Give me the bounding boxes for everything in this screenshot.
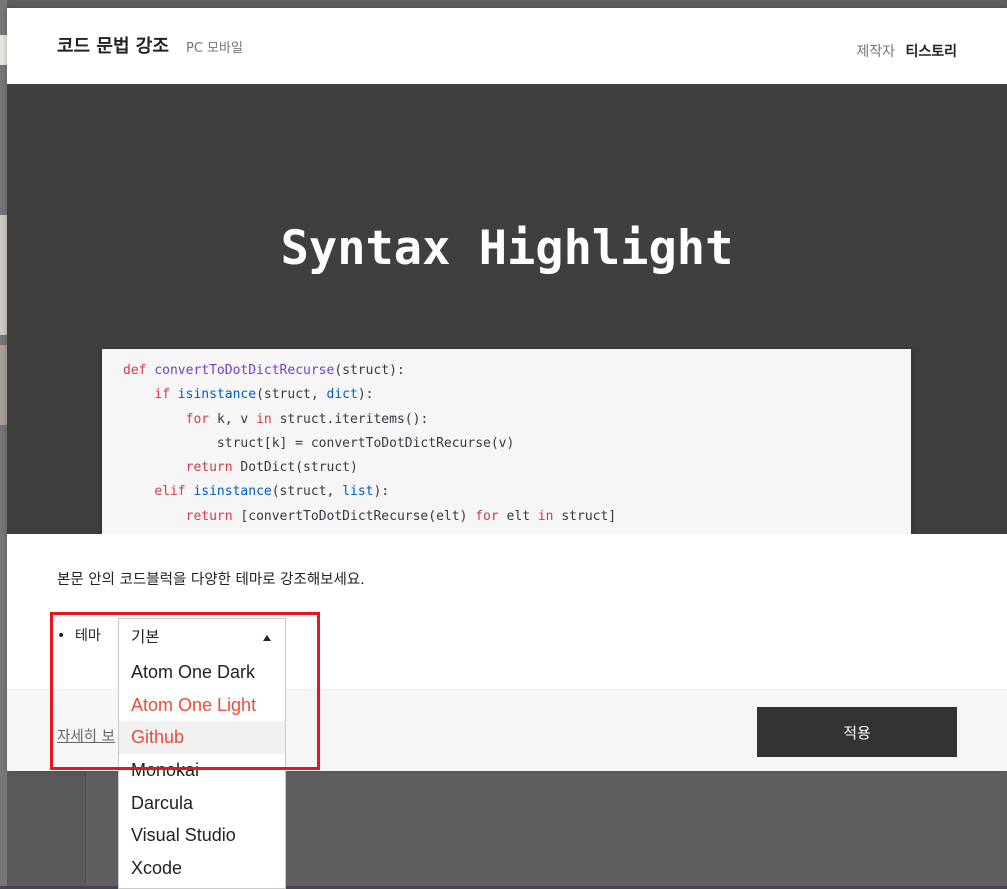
code-token: return	[185, 460, 241, 476]
description-text: 본문 안의 코드블럭을 다양한 테마로 강조해보세요.	[57, 572, 365, 588]
theme-option-darcula[interactable]: Darcula	[119, 787, 285, 820]
bullet: •	[57, 628, 66, 644]
code-token: (struct,	[256, 387, 327, 403]
code-token: list	[342, 484, 374, 500]
theme-select-current[interactable]: 기본	[119, 619, 285, 656]
theme-select-dropdown[interactable]: 기본 Atom One Dark Atom One Light Github M…	[118, 618, 286, 889]
apply-button[interactable]: 적용	[757, 707, 957, 757]
theme-option-row: • 테마	[57, 625, 101, 645]
code-token: if	[154, 387, 178, 403]
code-token: in	[256, 411, 280, 427]
code-token: struct.iteritems():	[279, 411, 429, 427]
theme-option-xcode[interactable]: Xcode	[119, 852, 285, 885]
code-token: ):	[357, 387, 374, 403]
background-column	[7, 770, 86, 889]
code-token: (struct):	[334, 363, 405, 378]
theme-options-list: Atom One Dark Atom One Light Github Mono…	[119, 656, 285, 885]
more-details-link[interactable]: 자세히 보	[57, 725, 115, 746]
theme-select-value: 기본	[131, 628, 160, 646]
code-token: isinstance	[177, 387, 257, 403]
code-token: DotDict(struct)	[240, 460, 358, 476]
modal-title: 코드 문법 강조	[57, 36, 169, 57]
code-line: if isinstance(struct, dict):	[102, 383, 911, 407]
code-line: return DotDict(struct)	[102, 456, 911, 480]
code-token: struct[k] = convertToDotDictRecurse(v)	[123, 435, 515, 451]
code-token: dict	[326, 387, 358, 403]
theme-option-github[interactable]: Github	[119, 721, 285, 755]
code-token: k, v	[216, 411, 257, 427]
code-token: elt	[506, 508, 538, 524]
code-token: convertToDotDictRecurse	[154, 363, 335, 378]
code-token: for	[475, 508, 507, 524]
code-line: for k, v in struct.iteritems():	[102, 408, 911, 432]
maker-info: 제작자 티스토리	[856, 41, 957, 61]
modal-header: 코드 문법 강조 PC 모바일 제작자 티스토리	[7, 8, 1007, 84]
modal-subtitle: PC 모바일	[186, 41, 243, 56]
theme-option-atom-one-light[interactable]: Atom One Light	[119, 689, 285, 722]
maker-label: 제작자	[856, 44, 896, 60]
code-block-sample: def convertToDotDictRecurse(struct): if …	[102, 349, 911, 534]
code-line: elif isinstance(struct, list):	[102, 480, 911, 504]
code-line: def convertToDotDictRecurse(struct):	[102, 359, 911, 383]
code-token: for	[185, 411, 217, 427]
theme-option-atom-one-dark[interactable]: Atom One Dark	[119, 656, 285, 689]
background-left-strip	[0, 0, 7, 889]
code-token: def	[123, 363, 155, 378]
code-token: elif	[154, 484, 194, 500]
preview-area: Syntax Highlight def convertToDotDictRec…	[7, 84, 1007, 534]
code-token: isinstance	[193, 484, 272, 500]
theme-option-visual-studio[interactable]: Visual Studio	[119, 819, 285, 852]
theme-label: 테마	[75, 628, 101, 644]
preview-title: Syntax Highlight	[280, 221, 734, 276]
maker-name: 티스토리	[905, 44, 957, 60]
code-token: struct]	[561, 508, 617, 524]
theme-option-monokai[interactable]: Monokai	[119, 754, 285, 787]
code-token: return	[185, 508, 241, 524]
code-token: (struct,	[271, 484, 343, 500]
code-line: return [convertToDotDictRecurse(elt) for…	[102, 505, 911, 529]
code-token: [convertToDotDictRecurse(elt)	[240, 508, 476, 524]
code-line: struct[k] = convertToDotDictRecurse(v)	[102, 432, 911, 456]
code-token: in	[537, 508, 562, 524]
code-token: ):	[373, 484, 390, 500]
caret-up-icon	[263, 635, 271, 641]
